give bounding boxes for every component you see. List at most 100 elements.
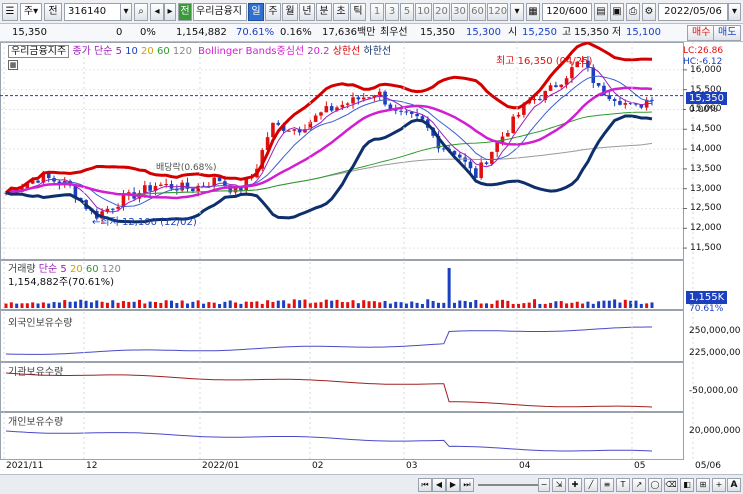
ma-period-60: 60 xyxy=(156,46,170,57)
quote-low-label: 저 xyxy=(612,27,622,38)
candle-body xyxy=(474,168,478,178)
period-tab-6[interactable]: 초 xyxy=(333,3,349,21)
zoom-in-button[interactable]: + xyxy=(712,478,726,492)
fibo-icon[interactable]: ≡ xyxy=(600,478,614,492)
volume-bar xyxy=(196,300,200,308)
volume-bar xyxy=(538,303,542,308)
zoom-out-button[interactable]: − xyxy=(538,478,550,492)
volume-bar xyxy=(367,301,371,308)
volume-ma-120: 120 xyxy=(101,264,121,275)
volume-bar xyxy=(607,300,611,308)
lock-icon[interactable]: ⊞ xyxy=(696,478,710,492)
prev-icon[interactable]: ◂ xyxy=(150,3,164,21)
code-dropdown-icon[interactable]: ▾ xyxy=(120,3,132,21)
minute-dropdown-icon[interactable]: ▾ xyxy=(510,3,524,21)
stock-name-field: 우리금융지 xyxy=(193,3,247,21)
volume-bar xyxy=(186,303,190,308)
period-type-button[interactable]: 전 xyxy=(44,3,62,21)
minute-tab-60[interactable]: 60 xyxy=(469,3,486,21)
font-size-icon[interactable]: A xyxy=(727,478,741,492)
cursor-icon[interactable]: ⇲ xyxy=(552,478,566,492)
minute-tab-20[interactable]: 20 xyxy=(433,3,450,21)
date-input[interactable]: 2022/05/06 xyxy=(658,3,728,21)
chart-type-icon[interactable]: ▦ xyxy=(526,3,540,21)
candle-body xyxy=(548,85,553,91)
crosshair-icon[interactable]: ✚ xyxy=(568,478,582,492)
volume-bar xyxy=(351,300,355,308)
menu-icon[interactable]: ☰ xyxy=(2,3,18,21)
market-select[interactable]: 주▾ xyxy=(20,3,42,21)
search-icon[interactable]: ⌕ xyxy=(134,3,148,21)
minute-tab-1[interactable]: 1 xyxy=(370,3,384,21)
candle-body xyxy=(361,97,366,100)
settings-icon[interactable]: ⚙ xyxy=(642,3,656,21)
price-tick-label: 15,000 xyxy=(690,104,722,115)
candle-body xyxy=(340,104,345,108)
text-icon[interactable]: T xyxy=(616,478,630,492)
volume-bar xyxy=(244,301,248,308)
volume-bar xyxy=(20,303,24,308)
save-icon[interactable]: ▣ xyxy=(610,3,624,21)
volume-bar xyxy=(41,302,45,308)
shape-icon[interactable]: ◯ xyxy=(648,478,662,492)
volume-bar xyxy=(511,303,515,308)
code-value: 316140 xyxy=(68,6,107,17)
panel-menu-icon[interactable]: ▦ xyxy=(8,60,18,70)
zoom-track[interactable] xyxy=(478,484,538,486)
chart-toolbar: ☰ 주▾ 전 316140 ▾ ⌕ ◂ ▸ 전 우리금융지 일주월년분초틱 13… xyxy=(0,0,743,24)
period-tab-7[interactable]: 틱 xyxy=(350,3,366,21)
scroll-first-icon[interactable]: ⏮ xyxy=(418,478,432,492)
volume-bar xyxy=(271,301,275,308)
volume-bar xyxy=(105,302,109,308)
volume-bar xyxy=(180,300,184,308)
color-icon[interactable]: ◧ xyxy=(680,478,694,492)
next-icon[interactable]: ▸ xyxy=(164,3,176,21)
period-tab-2[interactable]: 주 xyxy=(265,3,281,21)
draw-line-icon[interactable]: ╱ xyxy=(584,478,598,492)
minute-tab-120[interactable]: 120 xyxy=(487,3,508,21)
ma-period-5: 5 xyxy=(115,46,122,57)
indiv-panel-title: 개인보유수량 xyxy=(8,417,64,428)
date-dropdown-icon[interactable]: ▾ xyxy=(728,3,741,21)
volume-bar xyxy=(68,301,72,308)
period-tab-3[interactable]: 월 xyxy=(282,3,298,21)
minute-tab-30[interactable]: 30 xyxy=(451,3,468,21)
candle-body xyxy=(570,67,574,79)
buy-button[interactable]: 매수 xyxy=(687,25,716,41)
volume-bar xyxy=(639,303,643,308)
sell-button[interactable]: 매도 xyxy=(713,25,742,41)
volume-bar xyxy=(31,302,35,308)
minute-tab-5[interactable]: 5 xyxy=(400,3,414,21)
minute-tab-10[interactable]: 10 xyxy=(415,3,432,21)
foreign-tick-2: 225,000,00 xyxy=(689,348,741,358)
period-tab-1[interactable]: 일 xyxy=(248,3,264,21)
candle-body xyxy=(110,208,115,210)
volume-bar xyxy=(127,301,131,308)
volume-ma-20: 20 xyxy=(69,264,83,275)
volume-bar xyxy=(399,302,403,308)
erase-icon[interactable]: ⌫ xyxy=(664,478,678,492)
x-tick-label: 02 xyxy=(312,461,324,471)
code-input[interactable]: 316140 xyxy=(64,3,122,21)
candle-body xyxy=(404,111,409,113)
scroll-left-icon[interactable]: ◀ xyxy=(432,478,446,492)
volume-bar xyxy=(282,300,286,308)
period-tab-5[interactable]: 분 xyxy=(316,3,332,21)
high-annotation: 최고 16,350 (04/25) xyxy=(496,56,593,67)
quote-turnover: 0.16% xyxy=(280,27,312,38)
volume-bar xyxy=(335,299,339,308)
volume-bar xyxy=(255,301,259,308)
count-input[interactable]: 120/600 xyxy=(542,3,592,21)
arrow-icon[interactable]: ↗ xyxy=(632,478,646,492)
volume-bar xyxy=(586,301,590,308)
period-tab-4[interactable]: 년 xyxy=(299,3,315,21)
grid-icon[interactable]: ▤ xyxy=(594,3,608,21)
volume-bar xyxy=(501,299,505,308)
minute-tab-3[interactable]: 3 xyxy=(385,3,399,21)
volume-bar xyxy=(420,303,424,308)
scroll-last-icon[interactable]: ⏭ xyxy=(460,478,474,492)
candle-body xyxy=(324,106,329,113)
chart-area[interactable]: 우리금융지주 종가 단순 5 10 20 60 120 Bollinger Ba… xyxy=(0,41,743,474)
print-icon[interactable]: ⎙ xyxy=(626,3,640,21)
scroll-right-icon[interactable]: ▶ xyxy=(446,478,460,492)
